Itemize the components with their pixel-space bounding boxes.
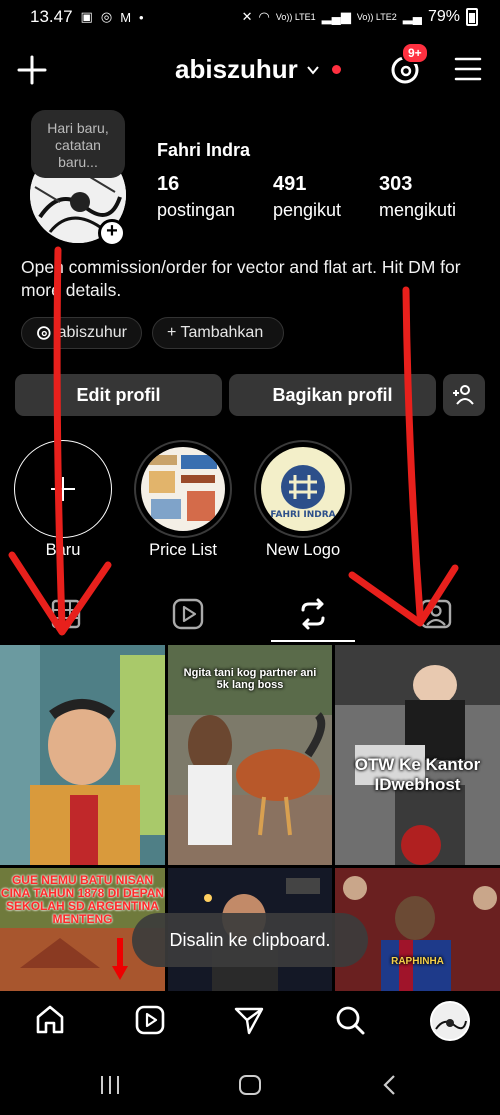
edit-profile-label: Edit profil: [76, 384, 161, 405]
back-icon[interactable]: [376, 1071, 404, 1099]
status-time: 13.47: [30, 7, 73, 26]
add-person-icon: [453, 385, 474, 405]
threads-handle-label: abiszuhur: [57, 324, 127, 341]
discover-people-button[interactable]: [443, 374, 485, 416]
home-icon[interactable]: [33, 1003, 67, 1037]
chevron-down-icon: [307, 65, 319, 75]
home-button-icon[interactable]: [236, 1071, 264, 1099]
clipboard-toast: Disalin ke clipboard.: [132, 913, 368, 967]
mute-icon: ✕: [241, 9, 253, 24]
post-caption: Ngita tani kog partner ani 5k lang boss: [183, 667, 317, 691]
new-logo-thumbnail: FAHRI INDRA: [261, 447, 345, 531]
stat-followers[interactable]: 491 pengikut: [273, 173, 341, 221]
send-icon[interactable]: [232, 1003, 266, 1037]
stat-label: pengikut: [273, 200, 342, 220]
post-caption: GUE NEMU BATU NISAN CINA TAHUN 1878 DI D…: [0, 873, 165, 926]
profile-header: abiszuhur 9+: [0, 42, 500, 96]
grid-post[interactable]: OTW Ke Kantor IDwebhost: [335, 645, 500, 865]
plus-icon: [51, 477, 75, 501]
stat-label: postingan: [157, 200, 236, 220]
recent-apps-icon[interactable]: [96, 1071, 124, 1099]
tagged-icon[interactable]: [418, 596, 454, 632]
dot-icon: •: [139, 9, 144, 25]
note-bubble[interactable]: Hari baru, catatan baru...: [31, 110, 125, 178]
battery-icon: [466, 8, 478, 26]
stat-label: mengikuti: [379, 200, 457, 220]
threads-icon: [37, 326, 51, 340]
highlight-thumbnail: [141, 447, 225, 531]
stat-value: 16: [157, 173, 180, 195]
reposts-icon[interactable]: [295, 596, 331, 632]
stat-value: 303: [379, 173, 413, 195]
post-caption: OTW Ke Kantor IDwebhost: [354, 755, 481, 794]
unread-dot: [331, 65, 341, 74]
grid-post[interactable]: [0, 645, 165, 865]
whatsapp-icon: ◎: [100, 9, 113, 24]
share-profile-button[interactable]: Bagikan profil: [229, 374, 436, 416]
add-story-button[interactable]: +: [98, 219, 126, 247]
post-thumbnail: [0, 645, 165, 865]
grid-icon[interactable]: [48, 596, 84, 632]
network-label-2: Vo)) LTE2: [356, 11, 397, 22]
status-bar: 13.47 ▣ ◎ M • ✕ ◠ Vo)) LTE1 ▂▄▆ Vo)) LTE…: [0, 0, 500, 34]
menu-icon[interactable]: [454, 56, 482, 82]
bottom-navigation: [0, 991, 500, 1053]
signal-icon-2: ▂▄: [402, 9, 422, 24]
highlight-circle: [14, 440, 112, 538]
system-navigation: [0, 1053, 500, 1115]
threads-handle-chip[interactable]: abiszuhur: [21, 317, 142, 349]
reels-icon[interactable]: [133, 1003, 167, 1037]
share-profile-label: Bagikan profil: [272, 384, 393, 405]
mail-icon: M: [120, 9, 132, 25]
edit-profile-button[interactable]: Edit profil: [15, 374, 222, 416]
stat-posts[interactable]: 16 postingan: [157, 173, 235, 221]
highlight-thumbnail: FAHRI INDRA: [261, 447, 345, 531]
battery-percent: 79%: [427, 8, 460, 25]
highlight-new-logo[interactable]: FAHRI INDRA New Logo: [254, 440, 352, 560]
network-label-1: Vo)) LTE1: [275, 11, 316, 22]
stat-value: 491: [273, 173, 307, 195]
signal-icon: ▂▄▆: [321, 9, 351, 24]
add-link-label: + Tambahkan: [167, 324, 264, 341]
price-list-thumbnail: [141, 447, 225, 531]
active-tab-indicator: [271, 640, 355, 642]
username-label: abiszuhur: [175, 54, 298, 84]
highlight-label: Price List: [149, 541, 217, 559]
profile-tabs: [0, 588, 500, 644]
highlight-label: New Logo: [265, 541, 341, 559]
display-name: Fahri Indra: [157, 140, 251, 160]
highlight-label: Baru: [45, 541, 81, 559]
profile-avatar[interactable]: [430, 1001, 470, 1041]
gallery-icon: ▣: [80, 9, 93, 24]
wifi-icon: ◠: [258, 9, 270, 24]
notification-badge: 9+: [401, 42, 429, 64]
logo-text: FAHRI INDRA: [270, 510, 335, 520]
reels-icon[interactable]: [170, 596, 206, 632]
highlight-new[interactable]: Baru: [14, 440, 112, 560]
username-switcher[interactable]: abiszuhur: [175, 54, 341, 85]
highlight-circle: [134, 440, 232, 538]
profile-bio: Open commission/order for vector and fla…: [21, 257, 461, 300]
highlight-price-list[interactable]: Price List: [134, 440, 232, 560]
search-icon[interactable]: [333, 1003, 367, 1037]
plus-icon[interactable]: [16, 54, 48, 86]
profile-avatar-image: [432, 1003, 468, 1039]
grid-post[interactable]: Ngita tani kog partner ani 5k lang boss: [168, 645, 332, 865]
stat-following[interactable]: 303 mengikuti: [379, 173, 456, 221]
highlight-circle: FAHRI INDRA: [254, 440, 352, 538]
add-link-chip[interactable]: + Tambahkan: [152, 317, 284, 349]
